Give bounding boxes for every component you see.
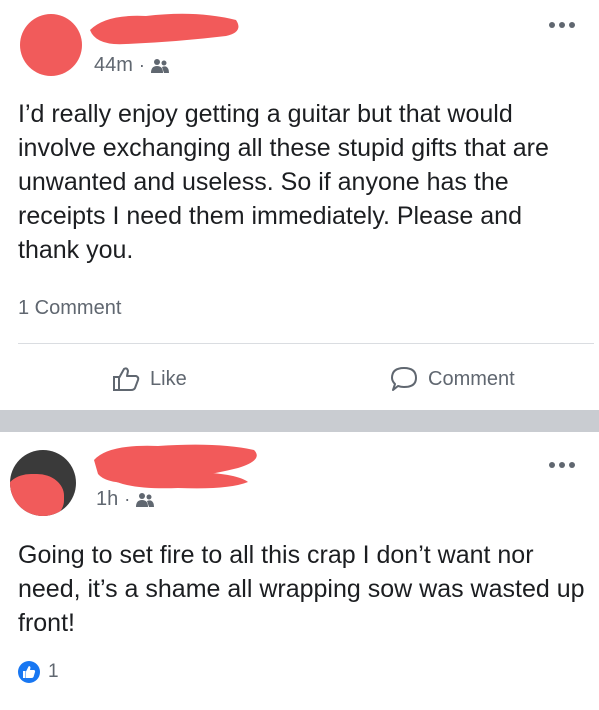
comment-button[interactable]: Comment — [390, 366, 515, 392]
comment-label: Comment — [428, 367, 515, 390]
post-time[interactable]: 1h — [96, 488, 118, 511]
meta-separator: · — [124, 489, 131, 509]
redacted-name — [94, 444, 257, 489]
comment-count[interactable]: 1 Comment — [18, 297, 121, 320]
thumbs-up-icon — [113, 367, 140, 391]
avatar-redaction — [10, 474, 64, 516]
redacted-name — [90, 13, 239, 45]
feed-separator — [0, 410, 599, 432]
comment-icon — [391, 367, 417, 391]
post-card: 1h · Going to set fire to all this crap … — [0, 432, 599, 710]
divider — [18, 343, 594, 344]
avatar[interactable] — [10, 450, 76, 516]
post-meta: 44m · — [94, 54, 169, 77]
post-text: Going to set fire to all this crap I don… — [18, 541, 585, 637]
post-time[interactable]: 44m — [94, 54, 133, 77]
like-label: Like — [150, 367, 187, 390]
avatar[interactable] — [20, 14, 82, 76]
friends-icon — [136, 492, 155, 507]
reactions-summary[interactable]: 1 — [18, 661, 59, 683]
more-options-icon[interactable] — [549, 462, 575, 468]
meta-separator: · — [138, 55, 145, 75]
reaction-count: 1 — [48, 661, 59, 682]
post-card: 44m · I’d really enjoy getting a guitar … — [0, 0, 599, 410]
more-options-icon[interactable] — [549, 22, 575, 28]
post-meta: 1h · — [96, 488, 155, 511]
like-button[interactable]: Like — [112, 366, 187, 392]
post-text: I’d really enjoy getting a guitar but th… — [18, 100, 549, 264]
like-reaction-icon — [18, 661, 40, 683]
friends-icon — [150, 58, 169, 73]
